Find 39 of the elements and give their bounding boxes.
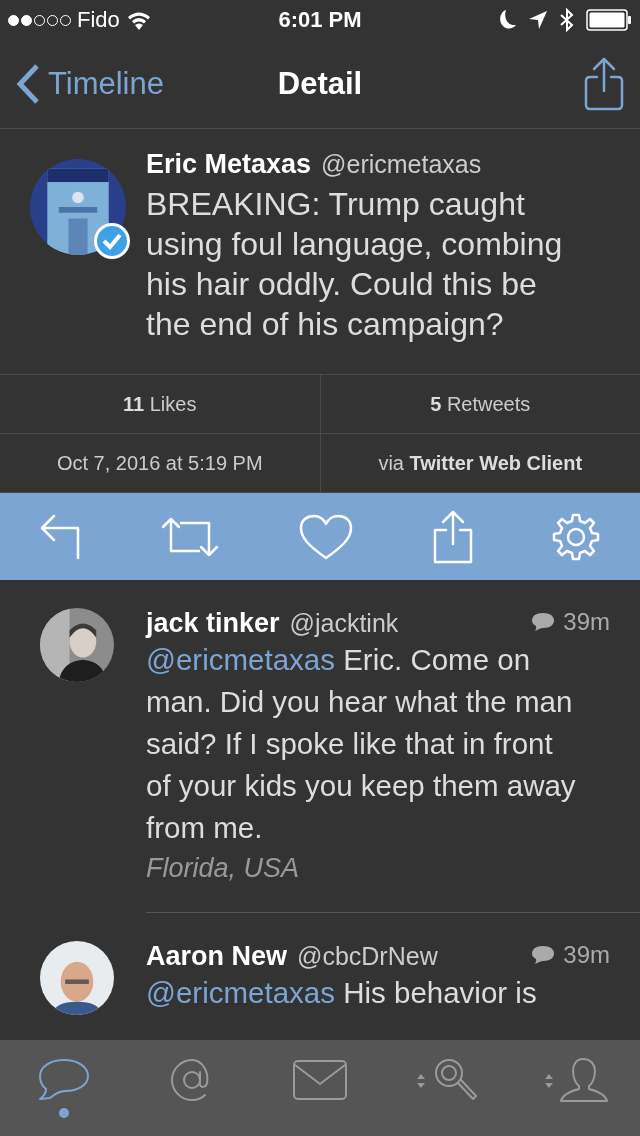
reply-location: Florida, USA: [146, 853, 301, 884]
heart-icon[interactable]: [299, 513, 353, 560]
share-icon[interactable]: [432, 509, 473, 564]
settings-icon[interactable]: [552, 512, 601, 561]
back-link[interactable]: Timeline: [16, 64, 278, 104]
client-source: via Twitter Web Client: [319, 434, 640, 492]
user-handle: @cbcDrNew: [297, 942, 438, 971]
reply-text: @ericmetaxas His behavior is: [146, 975, 538, 1011]
stat-count[interactable]: 11 Likes: [0, 375, 320, 433]
selected-indicator: [59, 1108, 69, 1118]
tweet-date: Oct 7, 2016 at 5:19 PM: [55, 450, 264, 476]
user-name: jack tinker: [146, 608, 280, 639]
reply-time: 39m: [563, 608, 610, 636]
screen-title: Detail: [277, 66, 363, 102]
reply-icon[interactable]: [39, 513, 82, 560]
comment-icon: [531, 945, 556, 965]
user-handle: @jacktink: [289, 609, 399, 638]
carrier-name: Fido: [77, 7, 120, 33]
location-arrow-icon: [528, 10, 548, 30]
stat-count[interactable]: 5 Retweets: [319, 375, 640, 433]
user-name: Eric Metaxas: [146, 149, 312, 180]
tweet-text: BREAKING: Trump caught using foul language, combing his hair oddly. Could this be the end of his campaign?: [146, 185, 564, 344]
speech-bubble-icon[interactable]: [38, 1058, 90, 1102]
bluetooth-icon: [560, 8, 574, 32]
chevron-left-icon: [16, 64, 40, 104]
reply-text: @ericmetaxas Eric. Come on man. Did you hear what the man said? If I spoke like that in front of your kids you keep them away from me.: [146, 642, 577, 846]
retweet-icon[interactable]: [161, 516, 220, 557]
person-icon[interactable]: [543, 1057, 609, 1103]
comment-icon: [531, 612, 556, 632]
reply-time: 39m: [563, 941, 610, 969]
share-icon[interactable]: [584, 57, 624, 111]
user-name: Aaron New: [146, 941, 288, 972]
user-handle: @ericmetaxas: [321, 150, 482, 179]
mention-link[interactable]: @ericmetaxas: [146, 643, 335, 676]
battery-icon: [586, 9, 632, 31]
mention-link[interactable]: @ericmetaxas: [146, 976, 335, 1009]
clock-time: 6:01 PM: [278, 7, 362, 33]
wifi-icon: [125, 10, 152, 30]
envelope-icon[interactable]: [292, 1059, 348, 1101]
